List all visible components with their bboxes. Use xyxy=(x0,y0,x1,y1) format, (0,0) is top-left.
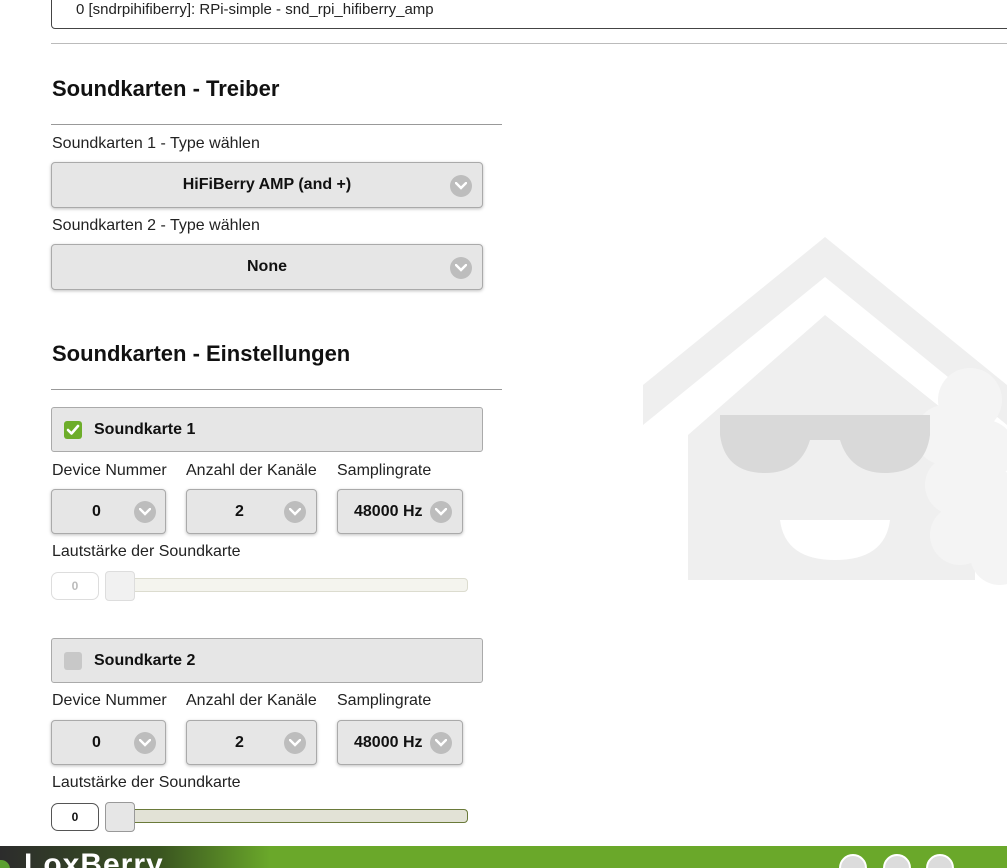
card2-samplingrate-select[interactable]: 48000 Hz xyxy=(337,720,463,765)
checkbox-checked-icon[interactable] xyxy=(64,421,82,439)
sampling-rate-label: Samplingrate xyxy=(337,692,432,709)
divider xyxy=(51,389,502,390)
card1-type-label: Soundkarten 1 - Type wählen xyxy=(52,135,260,152)
card2-type-label: Soundkarten 2 - Type wählen xyxy=(52,217,260,234)
card1-device-value: 0 xyxy=(92,502,101,520)
card1-type-value: HiFiBerry AMP (and +) xyxy=(182,176,352,193)
card1-type-select[interactable]: HiFiBerry AMP (and +) xyxy=(51,162,483,208)
card1-channels-select[interactable]: 2 xyxy=(186,489,317,534)
card2-volume-slider-track[interactable] xyxy=(120,809,468,823)
card2-type-select[interactable]: None xyxy=(51,244,483,290)
channels-label: Anzahl der Kanäle xyxy=(186,462,317,479)
soundcard-2-toggle[interactable]: Soundkarte 2 xyxy=(51,638,483,683)
chevron-down-icon xyxy=(284,501,306,523)
checkbox-unchecked-icon[interactable] xyxy=(64,652,82,670)
loxberry-watermark xyxy=(643,237,1007,585)
card2-volume-input[interactable]: 0 xyxy=(51,803,99,831)
card1-samplingrate-value: 48000 Hz xyxy=(354,502,423,520)
soundcard-1-label: Soundkarte 1 xyxy=(94,421,196,438)
card1-volume-slider-handle[interactable] xyxy=(105,571,135,601)
soundcard-info-box: 0 [sndrpihifiberry]: RPi-simple - snd_rp… xyxy=(51,0,1007,29)
settings-section-title: Soundkarten - Einstellungen xyxy=(52,341,351,366)
loxberry-logo-icon xyxy=(0,860,10,868)
card1-samplingrate-select[interactable]: 48000 Hz xyxy=(337,489,463,534)
device-number-label: Device Nummer xyxy=(52,692,167,709)
menu-icon[interactable] xyxy=(883,854,911,868)
volume-label: Lautstärke der Soundkarte xyxy=(52,774,241,791)
sampling-rate-label: Samplingrate xyxy=(337,462,432,479)
chevron-down-icon xyxy=(430,732,452,754)
chevron-down-icon xyxy=(430,501,452,523)
chevron-down-icon xyxy=(450,175,472,197)
chevron-down-icon xyxy=(450,257,472,279)
card2-volume-slider-handle[interactable] xyxy=(105,802,135,832)
channels-label: Anzahl der Kanäle xyxy=(186,692,317,709)
card1-channels-value: 2 xyxy=(235,502,244,520)
card1-device-select[interactable]: 0 xyxy=(51,489,166,534)
chevron-down-icon xyxy=(284,732,306,754)
home-icon[interactable] xyxy=(839,854,867,868)
card2-samplingrate-value: 48000 Hz xyxy=(354,733,423,751)
card2-channels-select[interactable]: 2 xyxy=(186,720,317,765)
soundcard-1-toggle[interactable]: Soundkarte 1 xyxy=(51,407,483,452)
chevron-down-icon xyxy=(134,732,156,754)
divider xyxy=(51,124,502,125)
card1-volume-slider-track[interactable] xyxy=(120,578,468,592)
soundcard-info-text: 0 [sndrpihifiberry]: RPi-simple - snd_rp… xyxy=(76,1,434,18)
card2-device-value: 0 xyxy=(92,733,101,751)
card1-volume-input[interactable]: 0 xyxy=(51,572,99,600)
soundcard-2-label: Soundkarte 2 xyxy=(94,652,196,669)
card2-device-select[interactable]: 0 xyxy=(51,720,166,765)
chevron-down-icon xyxy=(134,501,156,523)
footer-brand: LoxBerry xyxy=(24,848,164,868)
card2-channels-value: 2 xyxy=(235,733,244,751)
divider xyxy=(51,43,1007,44)
driver-section-title: Soundkarten - Treiber xyxy=(52,76,280,101)
power-icon[interactable] xyxy=(926,854,954,868)
device-number-label: Device Nummer xyxy=(52,462,167,479)
card2-type-value: None xyxy=(247,258,287,275)
footer-bar: LoxBerry xyxy=(0,846,1007,868)
volume-label: Lautstärke der Soundkarte xyxy=(52,543,241,560)
